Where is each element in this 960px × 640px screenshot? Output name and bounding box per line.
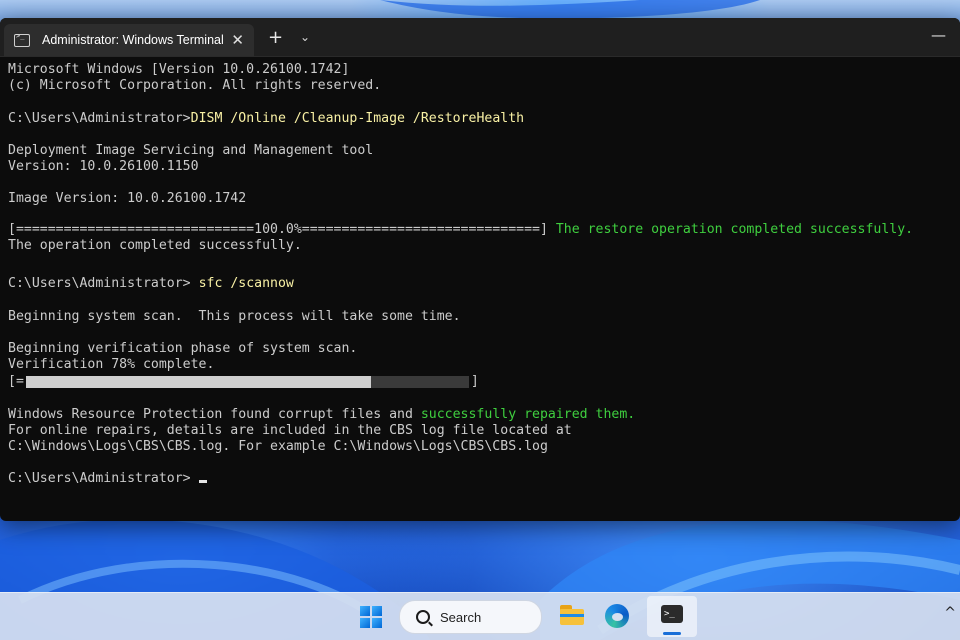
sfc-progress-line: [=] xyxy=(8,374,952,391)
dism-progress-bar: [==============================100.0%===… xyxy=(8,221,548,237)
new-tab-button[interactable]: + xyxy=(268,27,283,48)
tray-chevron-up-icon[interactable]: ^ xyxy=(944,605,956,621)
command-line: C:\Users\Administrator> sfc /scannow xyxy=(8,276,952,292)
console-output[interactable]: Microsoft Windows [Version 10.0.26100.17… xyxy=(0,57,960,488)
chevron-down-icon[interactable]: ⌄ xyxy=(300,30,310,44)
console-line: (c) Microsoft Corporation. All rights re… xyxy=(8,78,382,94)
terminal-app-icon: >_ xyxy=(661,605,683,623)
search-label: Search xyxy=(440,609,482,625)
taskbar: Search >_ ^ xyxy=(0,592,960,640)
console-line: For online repairs, details are included… xyxy=(8,422,572,438)
search-icon xyxy=(416,610,430,624)
result-success-text: successfully repaired them. xyxy=(420,406,636,422)
dism-success-message: The restore operation completed successf… xyxy=(555,221,914,237)
terminal-window: Administrator: Windows Terminal ✕ + ⌄ — … xyxy=(0,18,960,521)
terminal-icon xyxy=(14,32,30,47)
console-line: Beginning system scan. This process will… xyxy=(8,308,461,324)
progress-bracket: [= xyxy=(8,373,24,389)
console-line: Version: 10.0.26100.1150 xyxy=(8,159,199,175)
result-line: Windows Resource Protection found corrup… xyxy=(8,407,952,423)
taskbar-terminal-button[interactable]: >_ xyxy=(647,596,697,637)
file-explorer-icon[interactable] xyxy=(560,605,584,625)
dism-progress-line: [==============================100.0%===… xyxy=(8,222,952,238)
start-button[interactable] xyxy=(360,606,382,628)
text-cursor xyxy=(198,480,207,484)
command-line: C:\Users\Administrator>DISM /Online /Cle… xyxy=(8,111,952,127)
command-text: DISM /Online /Cleanup-Image /RestoreHeal… xyxy=(190,110,525,126)
minimize-button[interactable]: — xyxy=(931,26,946,44)
tab-title: Administrator: Windows Terminal xyxy=(42,33,224,47)
console-line: The operation completed successfully. xyxy=(8,238,302,254)
edge-browser-icon[interactable] xyxy=(605,604,629,628)
sfc-progress-fill xyxy=(25,376,372,389)
console-line: Deployment Image Servicing and Managemen… xyxy=(8,142,374,158)
console-line: Verification 78% complete. xyxy=(8,357,215,373)
command-text: sfc /scannow xyxy=(198,276,294,292)
command-line: C:\Users\Administrator> xyxy=(8,471,952,487)
taskbar-search[interactable]: Search xyxy=(399,600,542,634)
prompt: C:\Users\Administrator> xyxy=(8,471,191,487)
title-bar: Administrator: Windows Terminal ✕ + ⌄ — xyxy=(0,18,960,57)
console-line: Microsoft Windows [Version 10.0.26100.17… xyxy=(8,62,350,77)
console-line: Image Version: 10.0.26100.1742 xyxy=(8,191,247,207)
sfc-progress-bar xyxy=(25,376,469,389)
prompt: C:\Users\Administrator> xyxy=(8,276,191,292)
console-line: C:\Windows\Logs\CBS\CBS.log. For example… xyxy=(8,439,548,455)
close-tab-icon[interactable]: ✕ xyxy=(231,31,244,49)
tab-administrator-terminal[interactable]: Administrator: Windows Terminal ✕ xyxy=(4,24,254,56)
result-text: Windows Resource Protection found corrup… xyxy=(8,406,421,422)
progress-bracket: ] xyxy=(470,373,479,389)
active-app-indicator xyxy=(663,632,681,635)
prompt: C:\Users\Administrator> xyxy=(8,110,191,126)
console-line: Beginning verification phase of system s… xyxy=(8,340,358,356)
